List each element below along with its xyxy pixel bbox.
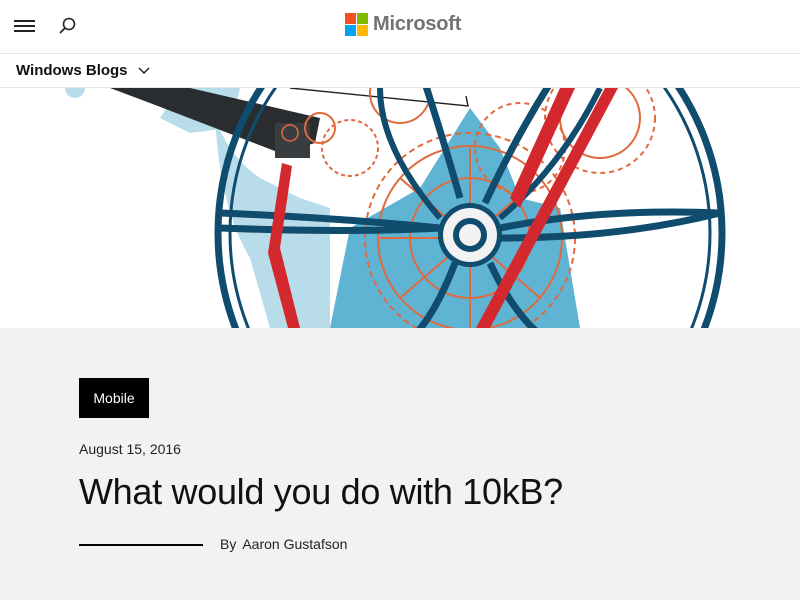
chevron-down-icon xyxy=(138,66,150,74)
byline: By Aaron Gustafson xyxy=(220,536,347,552)
hero-image xyxy=(0,88,800,328)
category-tag[interactable]: Mobile xyxy=(79,378,149,418)
microsoft-logo[interactable]: Microsoft xyxy=(345,12,461,36)
byline-divider xyxy=(79,544,203,546)
subnav-label: Windows Blogs xyxy=(16,62,128,79)
top-bar: Microsoft xyxy=(0,0,800,54)
article-header: Mobile August 15, 2016 What would you do… xyxy=(0,328,800,600)
sub-navigation: Windows Blogs xyxy=(0,54,800,88)
publish-date: August 15, 2016 xyxy=(79,441,181,457)
author-link[interactable]: Aaron Gustafson xyxy=(242,536,347,552)
brand-name: Microsoft xyxy=(373,12,462,35)
byline-prefix: By xyxy=(220,536,237,552)
bicycle-gear-illustration xyxy=(65,88,726,328)
search-icon[interactable] xyxy=(57,15,79,37)
hamburger-icon[interactable] xyxy=(14,18,36,34)
article-title: What would you do with 10kB? xyxy=(79,471,563,512)
microsoft-logo-icon xyxy=(345,12,368,36)
windows-blogs-dropdown[interactable]: Windows Blogs xyxy=(16,62,150,79)
